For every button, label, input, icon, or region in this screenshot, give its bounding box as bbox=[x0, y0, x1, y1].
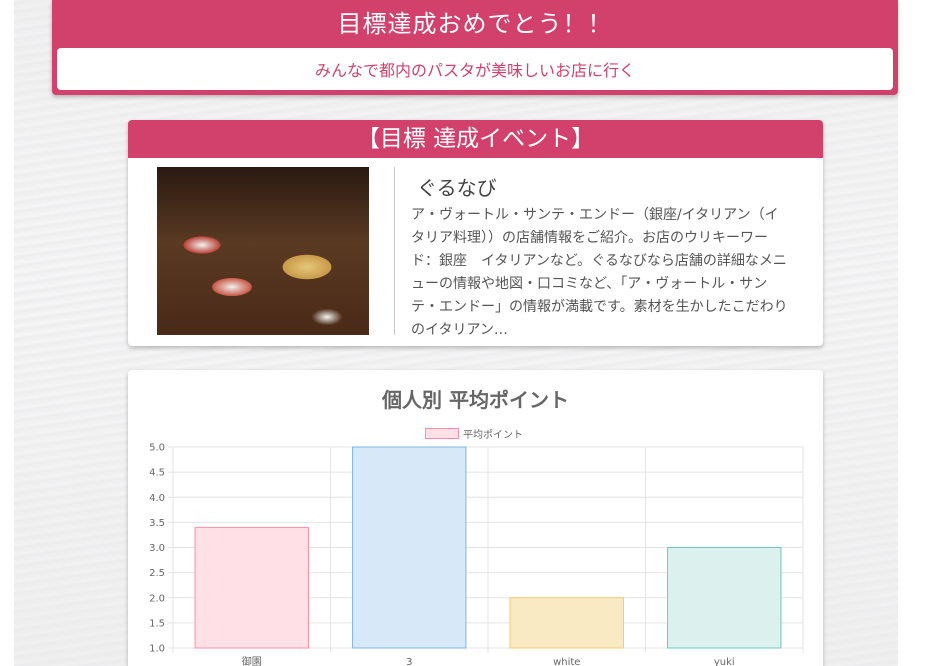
y-tick-label: 2.0 bbox=[149, 593, 165, 604]
goal-banner: 目標達成おめでとう！！ みんなで都内のパスタが美味しいお店に行く bbox=[52, 0, 898, 95]
goal-title: 目標達成おめでとう！！ bbox=[337, 10, 613, 38]
divider bbox=[394, 167, 395, 335]
event-header: 【目標 達成イベント】 bbox=[128, 120, 823, 158]
y-tick-label: 3.5 bbox=[149, 518, 165, 529]
restaurant-photo[interactable] bbox=[157, 167, 369, 335]
y-tick-label: 4.5 bbox=[149, 468, 165, 479]
x-tick-label: 御園 bbox=[242, 655, 262, 666]
x-tick-label: 3 bbox=[406, 657, 412, 666]
bar-white bbox=[509, 597, 624, 649]
event-description: ア・ヴォートル・サンテ・エンドー（銀座/イタリアン（イタリア料理））の店舗情報を… bbox=[411, 207, 788, 338]
goal-subtitle: みんなで都内のパスタが美味しいお店に行く bbox=[57, 48, 893, 90]
event-card[interactable]: 【目標 達成イベント】 ぐるなび ア・ヴォートル・サンテ・エンドー（銀座/イタリ… bbox=[128, 120, 823, 346]
x-tick-label: white bbox=[553, 657, 580, 666]
y-tick-label: 1.5 bbox=[149, 618, 165, 629]
y-tick-label: 5.0 bbox=[149, 443, 165, 454]
bar-御園 bbox=[194, 526, 309, 649]
bar-yuki bbox=[667, 547, 782, 649]
y-tick-label: 1.0 bbox=[149, 644, 165, 655]
y-tick-label: 2.5 bbox=[149, 568, 165, 579]
x-tick-label: yuki bbox=[714, 657, 735, 666]
y-tick-label: 3.0 bbox=[149, 543, 165, 554]
bar-chart: 5.0 4.5 4.0 3.5 3.0 2.5 2.0 1.5 1.0 御園 3 white yuki bbox=[149, 443, 804, 666]
bar-3 bbox=[352, 446, 467, 649]
chart-card: 個人別 平均ポイント 平均ポイント 5.0 4.5 4.0 3.5 3.0 2.5 2.0 1… bbox=[128, 370, 823, 666]
event-source-name[interactable]: ぐるなび bbox=[417, 172, 497, 201]
y-tick-label: 4.0 bbox=[149, 493, 165, 504]
